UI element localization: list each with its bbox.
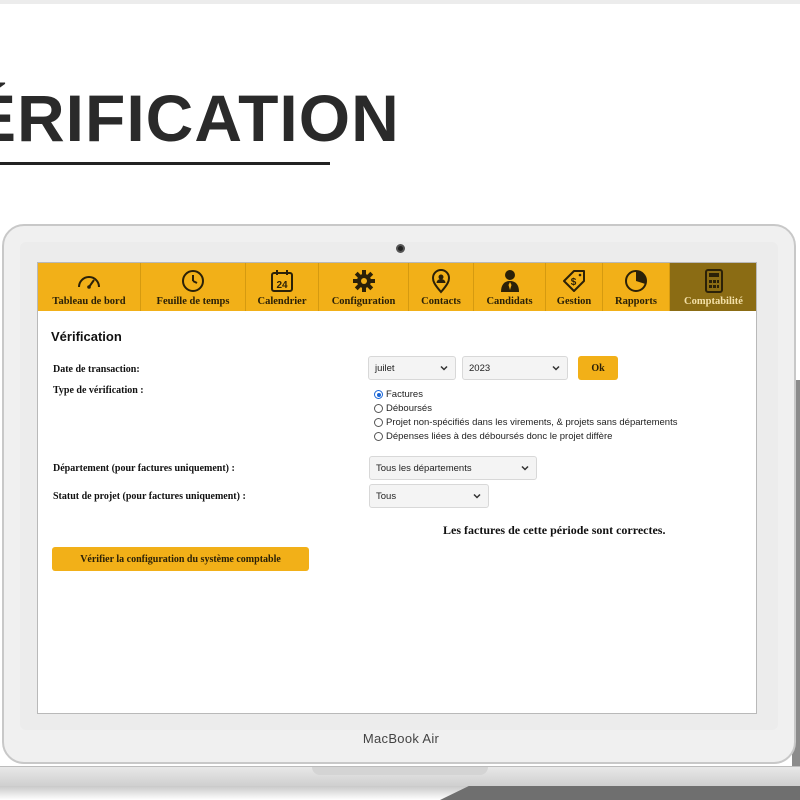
radio-option-depenses-liees[interactable]: Dépenses liées à des déboursés donc le p… [374,431,612,442]
ok-button[interactable]: Ok [578,356,618,380]
page-title: Vérification [51,329,122,344]
nav-item-calendrier[interactable]: 24 Calendrier [246,263,319,311]
radio-button[interactable] [374,390,383,399]
hero-underline [0,162,330,165]
department-label: Département (pour factures uniquement) : [53,463,235,474]
laptop-base [0,766,800,786]
main-nav: Tableau de bord Feuille de temps 24 Cale… [38,263,756,311]
nav-label: Tableau de bord [52,296,126,307]
nav-item-configuration[interactable]: Configuration [319,263,409,311]
nav-label: Configuration [331,296,396,307]
nav-item-candidats[interactable]: Candidats [474,263,546,311]
chevron-down-icon [552,365,560,371]
pie-chart-icon [623,268,649,294]
nav-item-comptabilite[interactable]: Comptabilité [670,263,756,311]
gear-icon [351,268,377,294]
top-strip [0,0,800,4]
radio-button[interactable] [374,418,383,427]
nav-item-tableau-de-bord[interactable]: Tableau de bord [38,263,141,311]
calendar-badge: 24 [276,280,288,291]
nav-label: Candidats [486,296,533,307]
department-select-value: Tous les départements [376,462,472,474]
nav-label: Gestion [556,296,592,307]
radio-option-debourses[interactable]: Déboursés [374,403,432,414]
dollar-tag-icon: $ [561,268,587,294]
status-message: Les factures de cette période sont corre… [443,523,666,537]
nav-item-gestion[interactable]: $ Gestion [546,263,603,311]
project-status-select[interactable]: Tous [369,484,489,508]
department-select[interactable]: Tous les départements [369,456,537,480]
radio-label: Déboursés [386,403,432,414]
month-select-value: juilet [375,362,395,374]
chevron-down-icon [440,365,448,371]
camera-icon [396,244,405,253]
radio-label: Dépenses liées à des déboursés donc le p… [386,431,613,442]
background-shape [440,786,800,800]
project-status-label: Statut de projet (pour factures uniqueme… [53,491,246,502]
nav-label: Comptabilité [684,296,743,307]
project-status-select-value: Tous [376,490,397,502]
nav-item-rapports[interactable]: Rapports [603,263,670,311]
nav-label: Calendrier [257,296,307,307]
nav-item-feuille-de-temps[interactable]: Feuille de temps [141,263,246,311]
nav-label: Feuille de temps [156,296,230,307]
laptop-notch [312,767,488,775]
nav-label: Rapports [614,296,657,307]
hero-title: ÉRIFICATION [0,81,400,155]
year-select-value: 2023 [469,362,491,374]
radio-option-factures[interactable]: Factures [374,389,423,400]
radio-label: Factures [386,389,423,400]
verification-type-label: Type de vérification : [53,385,144,396]
contact-pin-icon [428,268,454,294]
nav-item-contacts[interactable]: Contacts [409,263,474,311]
svg-text:$: $ [571,277,577,288]
date-label: Date de transaction: [53,364,140,375]
app-screen: Tableau de bord Feuille de temps 24 Cale… [37,262,757,714]
calculator-icon [701,268,727,294]
calendar-icon: 24 [269,268,295,294]
radio-button[interactable] [374,404,383,413]
radio-label: Projet non-spécifiés dans les virements,… [386,417,678,428]
chevron-down-icon [521,465,529,471]
verify-config-button[interactable]: Vérifier la configuration du système com… [52,547,309,571]
radio-button[interactable] [374,432,383,441]
gauge-icon [76,268,102,294]
candidate-icon [497,268,523,294]
radio-option-projets-non-specifies[interactable]: Projet non-spécifiés dans les virements,… [374,417,677,428]
clock-icon [180,268,206,294]
nav-label: Contacts [421,296,461,307]
month-select[interactable]: juilet [368,356,456,380]
laptop-brand: MacBook Air [362,731,440,746]
year-select[interactable]: 2023 [462,356,568,380]
chevron-down-icon [473,493,481,499]
